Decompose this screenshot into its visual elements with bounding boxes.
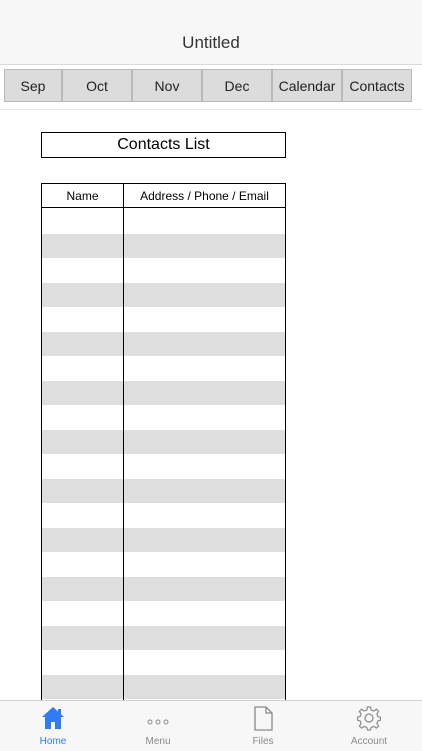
nav-home[interactable]: Home xyxy=(13,701,93,751)
table-row[interactable] xyxy=(42,454,285,479)
column-divider xyxy=(123,184,124,703)
home-icon xyxy=(41,705,65,731)
table-row[interactable] xyxy=(42,576,285,601)
divider xyxy=(0,109,422,110)
column-header-address: Address / Phone / Email xyxy=(140,188,269,203)
tab-nov[interactable]: Nov xyxy=(132,69,202,102)
tab-contacts[interactable]: Contacts xyxy=(342,69,412,102)
table-row[interactable] xyxy=(42,258,285,283)
file-icon xyxy=(251,705,275,731)
table-row[interactable] xyxy=(42,674,285,699)
nav-home-label: Home xyxy=(39,736,67,747)
table-row[interactable] xyxy=(42,356,285,381)
tab-oct[interactable]: Oct xyxy=(62,69,132,102)
tab-dec[interactable]: Dec xyxy=(202,69,272,102)
table-row[interactable] xyxy=(42,380,285,405)
table-row[interactable] xyxy=(42,650,285,675)
nav-menu-label: Menu xyxy=(145,736,171,747)
nav-account-label: Account xyxy=(350,736,388,747)
table-row[interactable] xyxy=(42,209,285,234)
table-row[interactable] xyxy=(42,503,285,528)
page-title: Untitled xyxy=(182,33,240,52)
table-row[interactable] xyxy=(42,405,285,430)
table-row[interactable] xyxy=(42,552,285,577)
table-row[interactable] xyxy=(42,625,285,650)
gear-icon xyxy=(356,705,382,731)
table-row[interactable] xyxy=(42,307,285,332)
table-header: Name Address / Phone / Email xyxy=(42,184,285,208)
table-row[interactable] xyxy=(42,331,285,356)
contacts-list-title: Contacts List xyxy=(41,132,286,158)
table-rows xyxy=(42,209,285,699)
contacts-table: Name Address / Phone / Email xyxy=(41,183,286,703)
table-row[interactable] xyxy=(42,429,285,454)
navigation-bar: Untitled xyxy=(0,0,422,65)
nav-account[interactable]: Account xyxy=(329,701,409,751)
nav-files[interactable]: Files xyxy=(223,701,303,751)
nav-menu[interactable]: Menu xyxy=(118,701,198,751)
column-header-name: Name xyxy=(66,188,99,203)
tab-calendar[interactable]: Calendar xyxy=(272,69,342,102)
table-row[interactable] xyxy=(42,233,285,258)
ellipsis-icon xyxy=(146,705,170,731)
table-row[interactable] xyxy=(42,478,285,503)
table-row[interactable] xyxy=(42,282,285,307)
nav-files-label: Files xyxy=(252,736,274,747)
month-tabs: Sep Oct Nov Dec Calendar Contacts xyxy=(4,69,418,104)
tab-bar: Home Menu Files Account xyxy=(0,700,422,751)
table-row[interactable] xyxy=(42,601,285,626)
table-row[interactable] xyxy=(42,527,285,552)
tab-sep[interactable]: Sep xyxy=(4,69,62,102)
